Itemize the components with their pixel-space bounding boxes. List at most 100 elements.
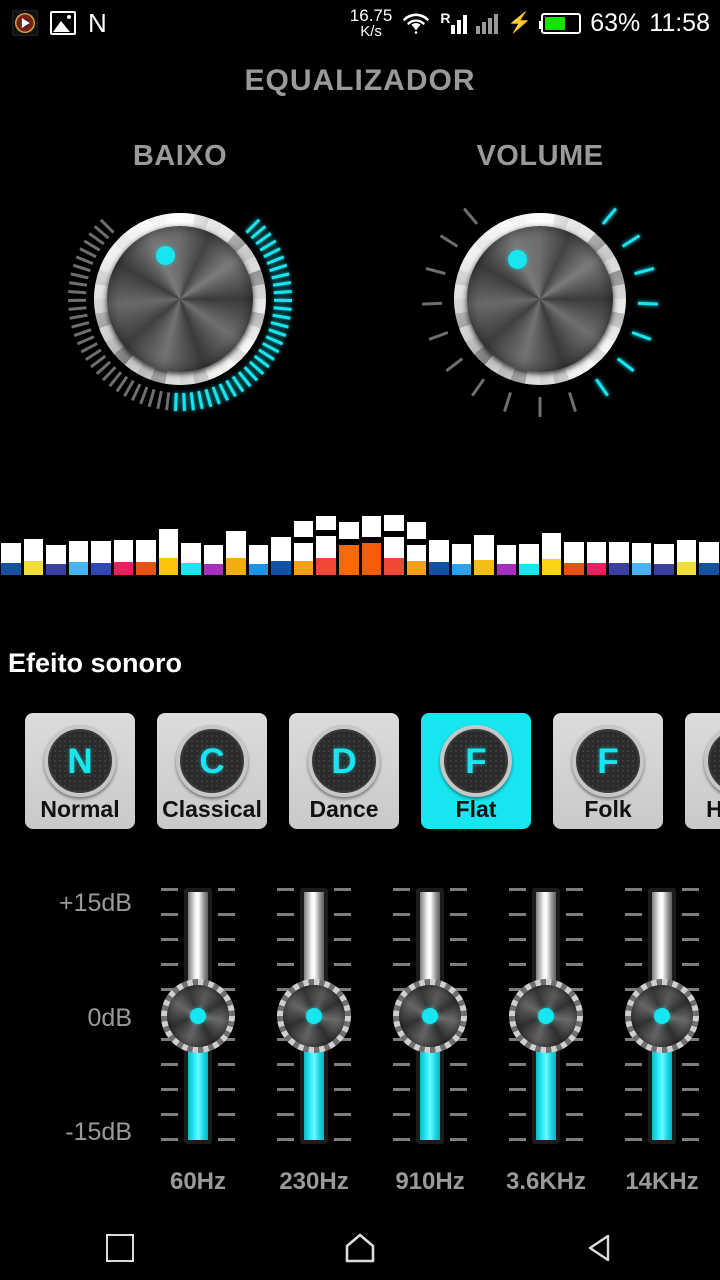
home-button[interactable] <box>300 1216 420 1280</box>
spectrum-bar-tip <box>316 558 336 575</box>
volume-knob-face <box>467 226 613 372</box>
preset-dance[interactable]: D Dance <box>289 713 399 829</box>
preset-classical[interactable]: C Classical <box>157 713 267 829</box>
band-slider-14khz[interactable] <box>619 880 705 1150</box>
spectrum-bar <box>451 544 472 575</box>
spectrum-bar <box>23 539 44 575</box>
spectrum-bar <box>474 535 494 575</box>
back-triangle-icon <box>588 1234 610 1262</box>
volume-knob[interactable] <box>415 185 665 417</box>
spectrum-bar-peak <box>338 522 359 539</box>
spectrum-bar-tip <box>158 558 179 575</box>
preset-label: Dance <box>309 796 379 822</box>
recents-button[interactable] <box>60 1216 180 1280</box>
db-label-mid: 0dB <box>87 1004 132 1032</box>
volume-knob-label: VOLUME <box>476 140 604 172</box>
spectrum-bar-tip <box>203 564 224 575</box>
slider-thumb-dot <box>190 1008 206 1024</box>
spectrum-bar-body <box>46 545 66 564</box>
slider-thumb[interactable] <box>393 979 467 1053</box>
spectrum-bar-tip <box>699 563 719 575</box>
slider-thumb[interactable] <box>509 979 583 1053</box>
preset-folk[interactable]: F Folk <box>553 713 663 829</box>
spectrum-bar-peak <box>293 521 314 537</box>
spectrum-bar <box>654 544 674 575</box>
band-sliders[interactable] <box>140 880 720 1150</box>
slider-thumb[interactable] <box>625 979 699 1053</box>
android-navigation-bar[interactable] <box>0 1216 720 1280</box>
spectrum-bar-tip <box>496 564 517 575</box>
band-slider-230hz[interactable] <box>271 880 357 1150</box>
volume-knob-unit: VOLUME <box>360 140 720 417</box>
preset-label: Heavy <box>706 796 720 822</box>
spectrum-bar <box>46 545 66 575</box>
spectrum-bar-tip <box>474 560 494 575</box>
photo-icon <box>50 11 76 35</box>
network-speed-indicator: 16.75 K/s <box>350 6 393 39</box>
spectrum-bar <box>113 540 134 575</box>
spectrum-bar-body <box>68 541 89 562</box>
spectrum-bar-tip <box>113 562 134 575</box>
preset-normal[interactable]: N Normal <box>25 713 135 829</box>
volume-knob-body[interactable] <box>454 213 626 385</box>
bass-knob-face <box>107 226 253 372</box>
spectrum-bar-body <box>1 543 21 563</box>
spectrum-bar-body <box>451 544 472 564</box>
wifi-icon <box>401 11 431 35</box>
spectrum-bar-body <box>474 535 494 560</box>
slider-thumb[interactable] <box>161 979 235 1053</box>
slider-thumb[interactable] <box>277 979 351 1053</box>
spectrum-bar <box>564 542 584 575</box>
spectrum-bar-body <box>226 531 246 558</box>
preset-label: Folk <box>584 796 632 822</box>
db-label-bottom: -15dB <box>65 1118 132 1146</box>
spectrum-bar-tip <box>136 562 156 575</box>
slider-thumb-dot <box>654 1008 670 1024</box>
charging-bolt-icon: ⚡ <box>507 12 533 34</box>
back-button[interactable] <box>540 1216 660 1280</box>
band-slider-60hz[interactable] <box>155 880 241 1150</box>
band-slider-910hz[interactable] <box>387 880 473 1150</box>
preset-letter: C <box>199 741 225 781</box>
spectrum-bar-body <box>429 540 449 562</box>
knob-section: BAIXO VOLUME <box>0 140 720 440</box>
preset-list[interactable]: N Normal C Classical D Dance F Flat F Folk HHeavy <box>0 712 720 830</box>
spectrum-bar-body <box>91 541 111 563</box>
spectrum-bar <box>316 516 336 575</box>
spectrum-bar-tip <box>68 562 89 575</box>
band-slider-3.6khz[interactable] <box>503 880 589 1150</box>
spectrum-bar <box>248 545 269 575</box>
preset-label: Normal <box>40 796 120 822</box>
spectrum-bar-tip <box>384 558 404 575</box>
spectrum-bar <box>699 542 719 575</box>
frequency-label: 910Hz <box>395 1168 465 1195</box>
spectrum-bar-tip <box>451 564 472 575</box>
spectrum-bar-body <box>676 540 697 562</box>
spectrum-bar-peak <box>316 516 336 530</box>
spectrum-bar-body <box>293 543 314 561</box>
bass-knob[interactable] <box>55 185 305 413</box>
spectrum-bar <box>1 543 21 575</box>
spectrum-bar-body <box>496 545 517 564</box>
spectrum-bar <box>541 533 562 575</box>
preset-heavy[interactable]: HHeavy <box>685 713 720 829</box>
spectrum-bar-body <box>631 543 652 563</box>
bass-knob-unit: BAIXO <box>0 140 360 413</box>
spectrum-bar-tip <box>338 545 359 575</box>
bass-knob-body[interactable] <box>94 213 266 385</box>
spectrum-bar-body <box>564 542 584 563</box>
spectrum-bar-tip <box>429 562 449 575</box>
spectrum-bar-tip <box>564 563 584 575</box>
spectrum-bar-body <box>541 533 562 559</box>
preset-label: Flat <box>455 796 497 822</box>
spectrum-bar-peak <box>361 516 382 537</box>
spectrum-bar-body <box>699 542 719 563</box>
spectrum-bar-body <box>654 544 674 564</box>
spectrum-bar <box>519 544 539 575</box>
spectrum-bar <box>91 541 111 575</box>
spectrum-bar <box>158 529 179 575</box>
preset-letter: F <box>465 741 487 781</box>
spectrum-bar <box>136 540 156 575</box>
preset-flat[interactable]: F Flat <box>421 713 531 829</box>
spectrum-bar-tip <box>91 563 111 575</box>
